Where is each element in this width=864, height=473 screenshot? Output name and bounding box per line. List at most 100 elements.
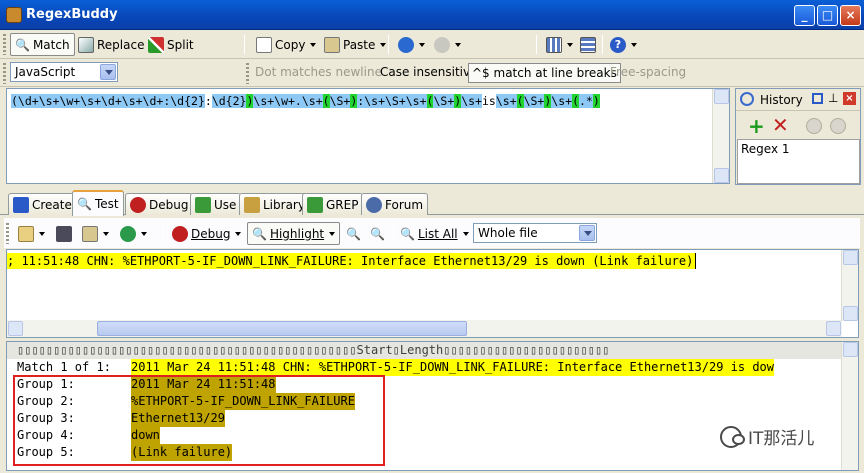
regex-token[interactable]: \s+ [495,94,517,108]
undo-button[interactable] [394,33,429,56]
paste-label: Paste [343,37,376,52]
results-vscrollbar[interactable] [841,342,858,470]
toolbar-grip[interactable] [3,63,6,84]
subject-text[interactable]: ; 11:51:48 CHN: %ETHPORT-5-IF_DOWN_LINK_… [7,253,697,269]
scroll-thumb[interactable] [97,321,467,336]
scroll-up-arrow[interactable] [714,89,729,104]
regex-scrollbar[interactable] [712,89,729,183]
tab-test[interactable]: 🔍 Test [72,190,124,216]
dot-newline-toggle[interactable]: Dot matches newline [252,63,385,83]
panes-button[interactable] [576,33,600,56]
regex-token[interactable]: .* [579,94,593,108]
chevron-down-icon[interactable] [579,225,595,241]
tab-forum[interactable]: Forum [361,193,429,215]
match-button[interactable]: 🔍 Match [10,33,75,56]
redo-button[interactable] [430,33,465,56]
regex-token[interactable]: ) [592,94,600,108]
split-button[interactable]: Split [144,33,198,56]
scroll-down-arrow[interactable] [714,168,729,183]
chevron-down-icon [567,42,573,47]
layout-button[interactable] [542,33,577,56]
tab-debug[interactable]: Debug [125,193,194,215]
close-icon[interactable]: × [843,92,856,105]
paste-subject-button[interactable] [78,222,113,245]
scroll-left-arrow[interactable] [8,321,23,336]
regex-token[interactable]: \s+\w+.\s+ [253,94,323,108]
line-breaks-toggle[interactable]: ^$ match at line breaks [468,63,621,83]
highlight-button[interactable]: 🔍 Highlight [247,222,341,245]
regex-token[interactable]: \d [211,94,226,108]
save-button[interactable] [52,222,76,245]
regex-text[interactable]: (\d+\s+\w+\s+\d+\s+\d+:\d{2}:\d{2})\s+\w… [11,93,600,109]
regex-token[interactable]: \s+ [461,94,482,108]
list-all-button[interactable]: 🔍 List All [396,222,473,245]
use-icon [195,196,211,213]
chevron-down-icon [380,42,387,47]
add-icon[interactable]: + [748,116,765,136]
replace-button[interactable]: Replace [74,33,148,56]
tab-create[interactable]: Create [8,193,77,215]
zoom-in-icon: 🔍 [370,226,385,241]
regex-token[interactable]: :\s+\S+\s+ [357,94,427,108]
regex-token[interactable]: ( [322,94,330,108]
scroll-up-arrow[interactable] [843,250,858,265]
maximize-button[interactable]: □ [817,5,838,26]
scroll-down-arrow[interactable] [843,306,858,321]
chevron-down-icon [419,42,425,47]
delete-icon[interactable]: ✕ [772,115,789,135]
magnifier-icon: 🔍 [15,37,30,52]
subject-hscrollbar[interactable] [7,320,842,337]
free-spacing-toggle[interactable]: Free-spacing [607,63,689,83]
scope-select[interactable]: Whole file [473,223,597,243]
refresh-button[interactable] [116,222,151,245]
scope-value: Whole file [478,226,538,240]
list-all-label: List All [417,226,458,241]
close-button[interactable]: × [840,5,861,26]
regex-token[interactable]: : [204,94,212,108]
toolbar-grip[interactable] [3,34,6,55]
dock-icon[interactable] [812,93,823,104]
pin-icon[interactable]: ⊥ [828,91,838,105]
scroll-up-arrow[interactable] [843,342,858,357]
regex-token[interactable]: \S+ [523,94,545,108]
move-down-icon[interactable] [830,118,846,134]
bug-icon [130,196,146,213]
subject-vscrollbar[interactable] [841,250,858,321]
copy-button[interactable]: Copy [252,33,320,56]
regex-token[interactable]: ( [516,94,524,108]
flavor-select[interactable]: JavaScript [10,62,118,82]
tab-library[interactable]: Library [239,193,310,215]
toolbar-grip[interactable] [246,63,249,84]
regex-token[interactable]: \S+ [329,94,351,108]
magnifier-icon: 🔍 [252,226,267,241]
scroll-right-arrow[interactable] [826,321,841,336]
chevron-down-icon[interactable] [100,64,116,80]
paste-button[interactable]: Paste [320,33,390,56]
undo-icon [398,36,414,53]
minimize-button[interactable]: _ [794,5,815,26]
regex-token[interactable]: \d{2} [170,94,205,108]
help-button[interactable]: ? [606,33,641,56]
regex-token[interactable]: ( [572,94,579,108]
open-file-button[interactable] [14,222,49,245]
toolbar-grip[interactable] [6,223,9,244]
history-item[interactable]: Regex 1 [741,142,856,156]
test-subject-editor[interactable]: ; 11:51:48 CHN: %ETHPORT-5-IF_DOWN_LINK_… [6,249,859,338]
regex-token[interactable]: \S+ [433,94,455,108]
tab-use[interactable]: Use [190,193,242,215]
regex-token[interactable]: is [481,94,496,108]
move-up-icon[interactable] [806,118,822,134]
match-value[interactable]: 2011 Mar 24 11:51:48 CHN: %ETHPORT-5-IF_… [131,359,774,376]
regex-token[interactable]: (\d+\s+\w+\s+\d+\s+\d+: [11,94,171,108]
regex-token[interactable]: \s+ [551,94,573,108]
split-label: Split [167,37,194,52]
regex-token[interactable]: {2} [225,94,247,108]
regex-editor[interactable]: (\d+\s+\w+\s+\d+\s+\d+:\d{2}:\d{2})\s+\w… [6,88,730,184]
tab-grep[interactable]: GREP [302,193,364,215]
next-match-button[interactable]: 🔍 [366,222,389,245]
case-insensitive-toggle[interactable]: Case insensitive [377,63,480,83]
window-title: RegexBuddy [26,7,118,22]
chevron-down-icon [103,231,109,236]
debug-button[interactable]: Debug [168,222,245,245]
prev-match-button[interactable]: 🔍 [342,222,365,245]
